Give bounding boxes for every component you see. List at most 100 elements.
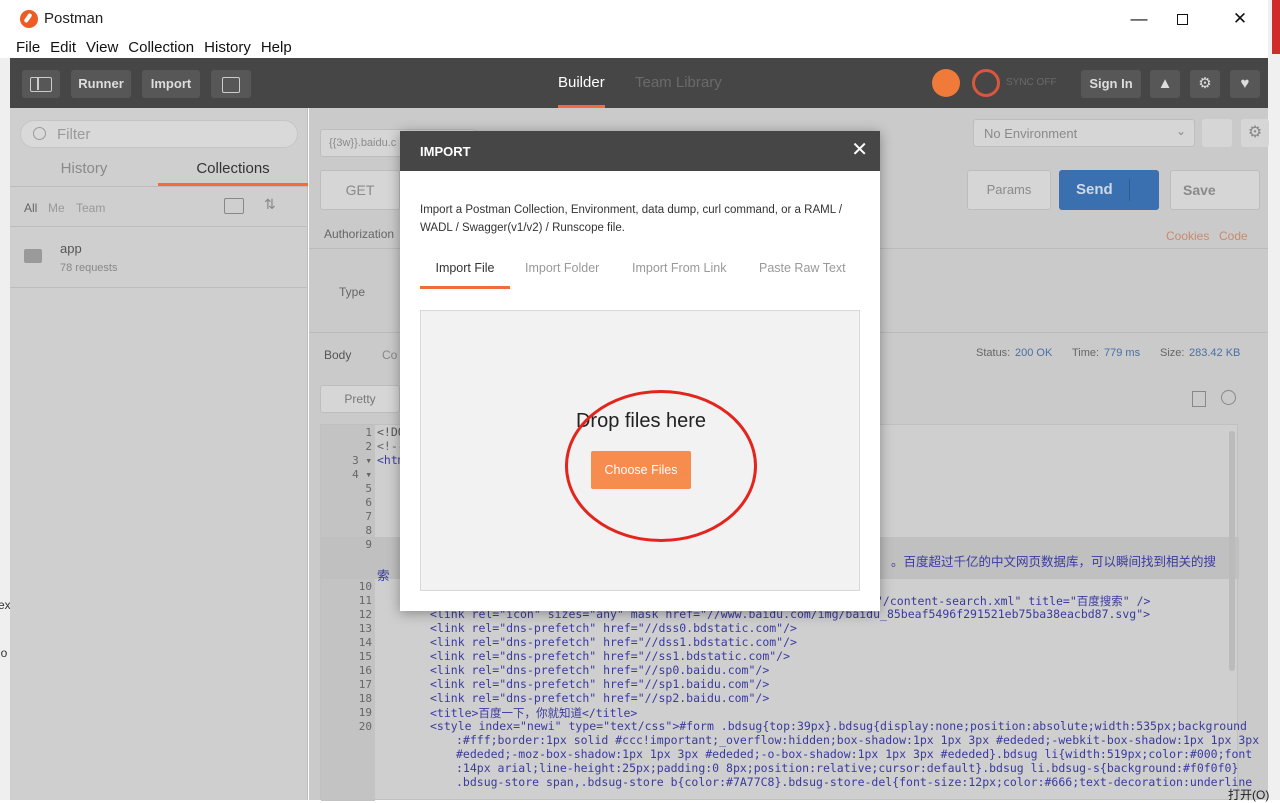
- code-line: <style index="newi" type="text/css">#for…: [430, 719, 1247, 733]
- line-number: 20: [358, 720, 372, 733]
- line-number: 15: [358, 650, 372, 663]
- environment-select[interactable]: No Environment ⌄: [973, 119, 1195, 147]
- status-value: 200 OK: [1015, 347, 1053, 359]
- code-line: 索: [377, 568, 390, 583]
- save-button[interactable]: Save: [1170, 170, 1260, 210]
- search-response-icon[interactable]: [1221, 390, 1236, 405]
- line-number: 7: [365, 510, 372, 523]
- import-button[interactable]: Import: [142, 70, 200, 98]
- cookies-link[interactable]: Cookies: [1166, 229, 1209, 243]
- collection-name: app: [60, 241, 82, 256]
- import-modal: IMPORT ✕ Import a Postman Collection, En…: [400, 131, 880, 611]
- maximize-icon[interactable]: [1159, 6, 1205, 32]
- sidebar: Filter History Collections All Me Team ⇅…: [10, 108, 308, 800]
- settings-wrench-icon[interactable]: ⚙: [1190, 70, 1220, 98]
- filter-me[interactable]: Me: [48, 201, 65, 215]
- search-icon: [33, 127, 46, 140]
- copy-icon[interactable]: [1192, 391, 1206, 407]
- tab-collections[interactable]: Collections: [158, 160, 308, 186]
- size-label: Size:: [1160, 347, 1185, 359]
- desktop-left-edge: ex lo: [0, 58, 11, 800]
- send-button[interactable]: Send: [1059, 170, 1159, 210]
- modal-header: IMPORT ✕: [400, 131, 880, 171]
- code-line: <link rel="dns-prefetch" href="//sp2.bai…: [430, 691, 770, 705]
- line-number: 8: [365, 524, 372, 537]
- line-number: 13: [358, 622, 372, 635]
- line-number: 12: [358, 608, 372, 621]
- sort-icon[interactable]: ⇅: [264, 196, 276, 213]
- minimize-icon[interactable]: —: [1116, 6, 1162, 32]
- filter-team[interactable]: Team: [76, 201, 105, 215]
- editor-scrollbar[interactable]: [1229, 431, 1235, 671]
- title-bar: Postman — ✕: [10, 0, 1268, 38]
- collection-item[interactable]: app 78 requests: [10, 227, 308, 287]
- tab-authorization[interactable]: Authorization: [324, 227, 394, 241]
- new-window-icon: [222, 76, 240, 93]
- notifications-icon[interactable]: ▲: [1150, 70, 1180, 98]
- sign-in-button[interactable]: Sign In: [1081, 70, 1141, 98]
- tab-cookies[interactable]: Co: [382, 348, 397, 362]
- tab-team-library[interactable]: Team Library: [635, 58, 722, 108]
- menu-help[interactable]: Help: [261, 38, 292, 58]
- menu-bar: File Edit View Collection History Help: [10, 38, 1268, 58]
- params-button[interactable]: Params: [967, 170, 1051, 210]
- sidebar-divider-3: [10, 287, 308, 288]
- line-number: 19: [358, 706, 372, 719]
- runner-button[interactable]: Runner: [71, 70, 131, 98]
- code-line: .bdsug-store span,.bdsug-store b{color:#…: [456, 775, 1253, 789]
- tab-import-folder[interactable]: Import Folder: [525, 261, 599, 289]
- status-label: Status:: [976, 347, 1011, 359]
- file-drop-zone[interactable]: Drop files here Choose Files: [420, 310, 860, 591]
- code-line: :14px arial;line-height:25px;padding:0 8…: [456, 761, 1239, 775]
- line-number: 1: [365, 426, 372, 439]
- menu-file[interactable]: File: [16, 38, 40, 58]
- close-icon[interactable]: ✕: [851, 139, 868, 161]
- sidebar-toggle-icon: [30, 77, 52, 93]
- code-line: 。百度超过千亿的中文网页数据库，可以瞬间找到相关的搜: [891, 554, 1217, 569]
- desktop-right-edge: [1268, 0, 1280, 800]
- postman-window: Postman — ✕ File Edit View Collection Histor…: [10, 0, 1269, 801]
- folder-icon: [24, 249, 42, 263]
- sync-icon[interactable]: [972, 69, 1000, 97]
- send-dropdown-icon: [1129, 179, 1130, 201]
- filter-all[interactable]: All: [24, 201, 37, 215]
- menu-history[interactable]: History: [204, 38, 251, 58]
- eye-icon[interactable]: [1202, 119, 1232, 147]
- line-number: 10: [358, 580, 372, 593]
- interceptor-icon[interactable]: [932, 69, 960, 97]
- sync-status: SYNC OFF: [1006, 77, 1057, 88]
- line-number: 5: [365, 482, 372, 495]
- heart-icon[interactable]: ♥: [1230, 70, 1260, 98]
- line-number: 3 ▾: [352, 454, 372, 467]
- new-window-button[interactable]: [211, 70, 251, 98]
- tab-body[interactable]: Body: [324, 348, 351, 362]
- tab-history[interactable]: History: [10, 160, 158, 186]
- gear-icon[interactable]: ⚙: [1241, 119, 1269, 147]
- desktop-right-text: 打开(O): [1228, 788, 1270, 802]
- send-label: Send: [1076, 181, 1113, 198]
- method-select[interactable]: GET: [320, 170, 400, 210]
- line-number: 4 ▾: [352, 468, 372, 481]
- sidebar-toggle-button[interactable]: [22, 70, 60, 98]
- size-value: 283.42 KB: [1189, 347, 1241, 359]
- desktop-left-text-2: lo: [0, 646, 8, 660]
- code-line: <link rel="dns-prefetch" href="//dss1.bd…: [430, 635, 797, 649]
- tab-builder[interactable]: Builder: [558, 58, 605, 108]
- main-toolbar: Runner Import Builder Team Library SYNC …: [10, 58, 1268, 108]
- window-title: Postman: [44, 10, 104, 27]
- code-link[interactable]: Code: [1219, 229, 1248, 243]
- menu-collection[interactable]: Collection: [128, 38, 194, 58]
- tab-import-from-link[interactable]: Import From Link: [632, 261, 726, 289]
- menu-edit[interactable]: Edit: [50, 38, 76, 58]
- menu-view[interactable]: View: [86, 38, 118, 58]
- new-collection-icon[interactable]: [224, 198, 244, 214]
- pretty-button[interactable]: Pretty: [320, 385, 400, 413]
- postman-logo-icon: [20, 10, 38, 28]
- line-number: 14: [358, 636, 372, 649]
- filter-input[interactable]: Filter: [20, 120, 298, 148]
- line-number: 9: [365, 538, 372, 551]
- close-window-icon[interactable]: ✕: [1217, 6, 1263, 32]
- line-number: 11: [358, 594, 372, 607]
- tab-import-file[interactable]: Import File: [420, 261, 510, 289]
- tab-paste-raw-text[interactable]: Paste Raw Text: [759, 261, 846, 289]
